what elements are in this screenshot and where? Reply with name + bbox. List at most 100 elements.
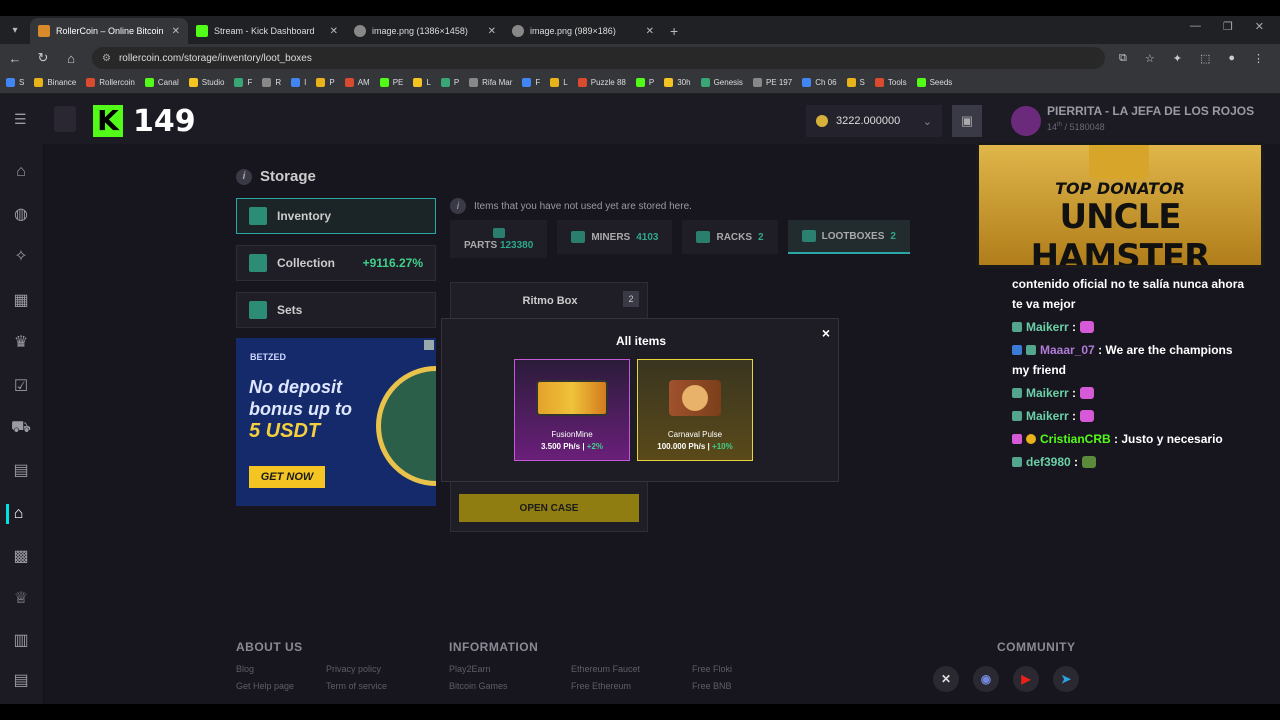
bookmark-item[interactable]: Studio (188, 78, 224, 87)
top-donator-overlay: TOP DONATOR UNCLE HAMSTER (976, 142, 1264, 268)
extensions-puzzle-icon[interactable]: ⬚ (1200, 52, 1210, 65)
new-tab-icon[interactable]: + (670, 23, 678, 39)
open-case-button[interactable]: OPEN CASE (459, 494, 639, 522)
footer-link[interactable]: Privacy policy (326, 664, 381, 674)
sidebar-home-icon[interactable]: ⌂ (10, 162, 32, 182)
browser-tab-rollercoin[interactable]: RollerCoin – Online Bitcoin Mini ✕ (30, 18, 188, 44)
item-card[interactable]: FusionMine 3.500 Ph/s | +2% (514, 359, 630, 461)
home-icon[interactable]: ⌂ (64, 51, 78, 66)
bookmark-item[interactable]: R (262, 78, 281, 87)
extension-icon[interactable]: ✦ (1173, 52, 1182, 65)
item-name: Carnaval Pulse (667, 430, 723, 439)
bookmark-item[interactable]: PE (379, 78, 403, 87)
close-tab-icon[interactable]: ✕ (488, 26, 496, 37)
bookmark-item[interactable]: Ch 06 (802, 78, 837, 87)
bookmark-item[interactable]: Binance (34, 78, 76, 87)
bookmark-item[interactable]: Canal (144, 78, 179, 87)
bookmark-item[interactable]: Rollercoin (86, 78, 135, 87)
site-info-icon[interactable]: ⚙ (102, 53, 111, 64)
sidebar-quests-icon[interactable]: ✧ (10, 246, 32, 266)
sidebar-crown-icon[interactable]: ♛ (10, 332, 32, 352)
tab-racks[interactable]: RACKS 2 (682, 220, 778, 254)
ad-cta-button[interactable]: GET NOW (249, 466, 325, 488)
footer-link[interactable]: Free Floki (692, 664, 732, 674)
url-field[interactable]: ⚙ rollercoin.com/storage/inventory/loot_… (92, 47, 1105, 69)
bookmark-item[interactable]: 30h (664, 78, 691, 87)
footer-link[interactable]: Ethereum Faucet (571, 664, 640, 674)
browser-tab-kick[interactable]: Stream - Kick Dashboard ✕ (188, 18, 346, 44)
footer-link[interactable]: Term of service (326, 681, 387, 691)
close-tab-icon[interactable]: ✕ (330, 26, 338, 37)
discord-icon[interactable]: ◉ (973, 666, 999, 692)
bookmark-item[interactable]: L (413, 78, 431, 87)
tab-lootboxes[interactable]: LOOTBOXES 2 (787, 220, 910, 254)
info-icon[interactable]: i (236, 168, 252, 185)
bookmark-item[interactable]: PE 197 (752, 78, 792, 87)
sidebar-trophy-icon[interactable]: ♕ (10, 588, 32, 608)
rollercoin-logo[interactable] (54, 106, 76, 132)
footer-link[interactable]: Bitcoin Games (449, 681, 508, 691)
menu-inventory[interactable]: Inventory (236, 198, 436, 234)
x-social-icon[interactable]: ✕ (933, 666, 959, 692)
sidebar-marketplace-icon[interactable]: ▥ (10, 630, 32, 650)
close-window-icon[interactable]: ✕ (1255, 20, 1264, 33)
youtube-icon[interactable]: ▶ (1013, 666, 1039, 692)
sidebar-cart-icon[interactable]: ⛟ (10, 418, 32, 438)
bookmark-item[interactable]: F (522, 78, 540, 87)
bookmark-item[interactable]: Rifa Mar (469, 78, 512, 87)
bookmark-item[interactable]: P (440, 78, 459, 87)
bookmark-item[interactable]: Puzzle 88 (577, 78, 626, 87)
sidebar-calendar-icon[interactable]: ▦ (10, 290, 32, 310)
footer-link[interactable]: Blog (236, 664, 254, 674)
maximize-icon[interactable]: ❐ (1223, 20, 1233, 33)
sidebar-game-icon[interactable]: ◍ (10, 204, 32, 224)
bookmark-item[interactable]: AM (344, 78, 370, 87)
betzed-ad-banner[interactable]: BETZED No deposit bonus up to 5 USDT GET… (236, 338, 436, 506)
footer-link[interactable]: Play2Earn (449, 664, 491, 674)
emote-icon (1082, 456, 1097, 468)
ad-info-icon[interactable] (424, 340, 434, 350)
footer-link[interactable]: Get Help page (236, 681, 294, 691)
footer-link[interactable]: Free Ethereum (571, 681, 631, 691)
hamburger-menu-icon[interactable]: ☰ (14, 111, 27, 128)
tab-parts[interactable]: PARTS 123380 (450, 220, 548, 258)
bookmark-item[interactable]: S (846, 78, 865, 87)
bookmark-item[interactable]: S (6, 78, 24, 87)
bookmark-item[interactable]: L (550, 78, 568, 87)
avatar[interactable] (1011, 106, 1041, 136)
sidebar-storage-icon[interactable]: ⌂ (6, 504, 28, 524)
menu-collection[interactable]: Collection +9116.27% (236, 245, 436, 281)
bookmark-item[interactable]: Seeds (916, 78, 952, 87)
bookmark-star-icon[interactable]: ☆ (1145, 52, 1155, 65)
bookmark-item[interactable]: F (234, 78, 252, 87)
minimize-icon[interactable]: — (1190, 20, 1201, 33)
close-tab-icon[interactable]: ✕ (646, 26, 654, 37)
profile-icon[interactable]: ● (1228, 52, 1235, 65)
sidebar-store-icon[interactable]: ▤ (10, 460, 32, 480)
sidebar-news-icon[interactable]: ▤ (10, 670, 32, 690)
menu-label: Sets (277, 303, 303, 317)
browser-tab-image-1[interactable]: image.png (1386×1458) ✕ (346, 18, 504, 44)
back-icon[interactable]: ← (8, 51, 22, 66)
bookmark-item[interactable]: I (291, 78, 306, 87)
tab-miners[interactable]: MINERS 4103 (557, 220, 673, 254)
tab-search-icon[interactable]: ▾ (4, 19, 26, 41)
telegram-icon[interactable]: ➤ (1053, 666, 1079, 692)
bookmark-item[interactable]: P (635, 78, 654, 87)
item-card[interactable]: Carnaval Pulse 100.000 Ph/s | +10% (637, 359, 753, 461)
close-icon[interactable]: × (822, 325, 830, 341)
bookmark-item[interactable]: Genesis (700, 78, 743, 87)
wallet-button[interactable]: ▣ (952, 105, 982, 137)
browser-tab-image-2[interactable]: image.png (989×186) ✕ (504, 18, 662, 44)
install-icon[interactable]: ⧉ (1119, 52, 1127, 65)
balance-dropdown[interactable]: 3222.000000 ⌄ (806, 105, 942, 137)
bookmark-item[interactable]: P (316, 78, 335, 87)
menu-sets[interactable]: Sets (236, 292, 436, 328)
menu-kebab-icon[interactable]: ⋮ (1253, 52, 1264, 65)
bookmark-item[interactable]: Tools (874, 78, 907, 87)
sidebar-gift-icon[interactable]: ▩ (10, 546, 32, 566)
reload-icon[interactable]: ↻ (36, 50, 50, 66)
close-tab-icon[interactable]: ✕ (172, 26, 180, 37)
sidebar-tasks-icon[interactable]: ☑ (10, 376, 32, 396)
footer-link[interactable]: Free BNB (692, 681, 732, 691)
